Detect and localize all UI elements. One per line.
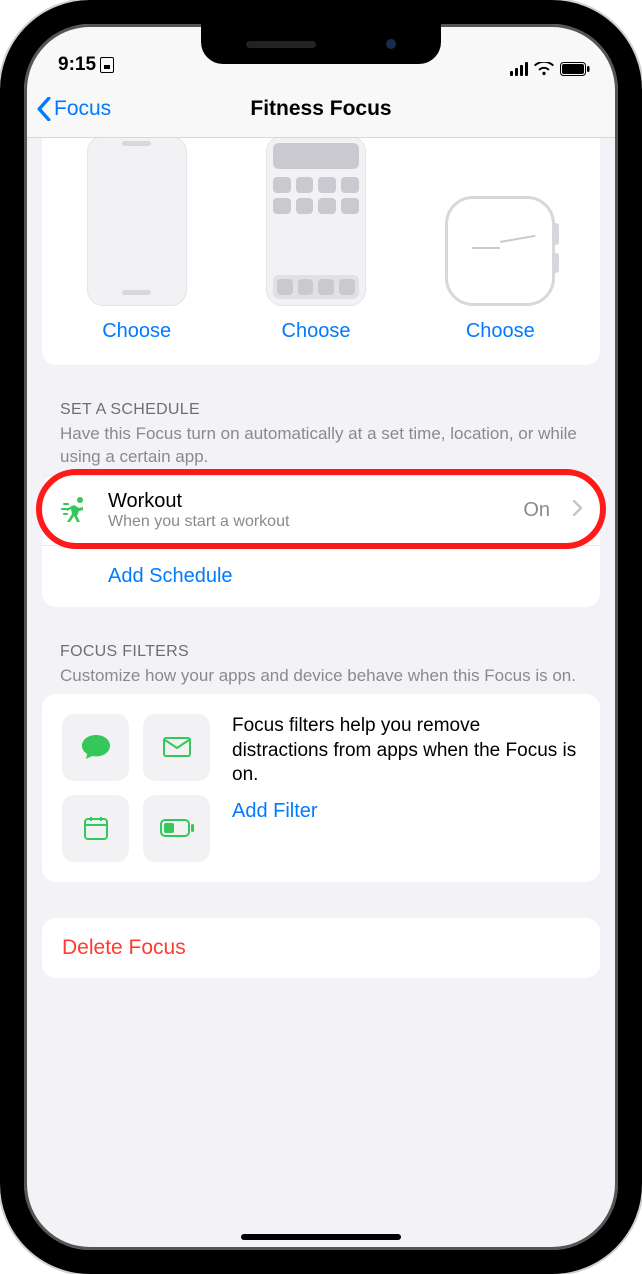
messages-icon (62, 714, 129, 781)
watch-face-preview[interactable] (445, 196, 555, 306)
filters-header-title: FOCUS FILTERS (60, 643, 582, 661)
choose-home-button[interactable]: Choose (282, 320, 351, 343)
add-filter-button[interactable]: Add Filter (232, 800, 580, 823)
home-screen-preview[interactable] (266, 138, 366, 306)
schedule-header-desc: Have this Focus turn on automatically at… (60, 423, 582, 469)
workout-schedule-cell[interactable]: Workout When you start a workout On (42, 475, 600, 545)
filters-icon-grid (62, 714, 210, 862)
page-title: Fitness Focus (24, 97, 618, 121)
workout-subtitle: When you start a workout (108, 513, 507, 531)
add-schedule-label: Add Schedule (108, 565, 582, 588)
filters-header-desc: Customize how your apps and device behav… (60, 665, 582, 688)
chevron-right-icon (572, 500, 582, 521)
workout-status: On (523, 499, 550, 522)
choose-lock-button[interactable]: Choose (102, 320, 171, 343)
choose-watch-button[interactable]: Choose (466, 320, 535, 343)
schedule-section-header: SET A SCHEDULE Have this Focus turn on a… (42, 365, 600, 475)
battery-icon (560, 62, 590, 76)
filters-info-text: Focus filters help you remove distractio… (232, 714, 580, 788)
filters-section-header: FOCUS FILTERS Customize how your apps an… (42, 607, 600, 694)
workout-icon (60, 495, 92, 525)
delete-focus-button[interactable]: Delete Focus (42, 918, 600, 978)
wifi-icon (534, 62, 554, 76)
add-schedule-cell[interactable]: Add Schedule (42, 545, 600, 607)
lock-screen-preview[interactable] (87, 138, 187, 306)
mail-icon (143, 714, 210, 781)
status-time: 9:15 (58, 54, 96, 76)
workout-title: Workout (108, 490, 507, 513)
low-power-icon (143, 795, 210, 862)
delete-focus-label: Delete Focus (62, 936, 186, 959)
calendar-icon (62, 795, 129, 862)
cellular-icon (510, 62, 528, 76)
home-indicator[interactable] (241, 1234, 401, 1240)
navigation-bar: Focus Fitness Focus (24, 80, 618, 138)
sim-icon (100, 57, 114, 73)
back-button[interactable]: Focus (36, 97, 111, 121)
back-label: Focus (54, 97, 111, 121)
chevron-left-icon (36, 97, 52, 121)
filters-box: Focus filters help you remove distractio… (42, 694, 600, 882)
schedule-header-title: SET A SCHEDULE (60, 401, 582, 419)
customize-screens-row: Choose Choose Choose (42, 138, 600, 365)
schedule-cell-group: Workout When you start a workout On Add … (42, 475, 600, 607)
